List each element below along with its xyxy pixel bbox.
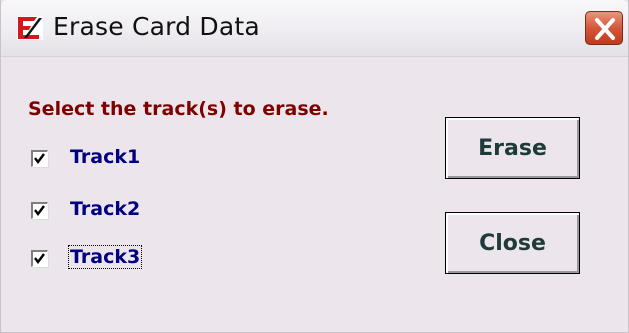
track3-label[interactable]: Track3 [67,245,143,269]
track1-checkbox[interactable] [31,150,48,167]
checkmark-icon [34,153,45,164]
close-button[interactable]: Close [445,212,580,274]
app-logo-icon [17,16,43,40]
instruction-text: Select the track(s) to erase. [28,98,329,120]
title-bar[interactable]: Erase Card Data [1,0,628,57]
erase-button[interactable]: Erase [445,117,580,179]
window-title: Erase Card Data [53,12,260,41]
dialog-window: Erase Card Data Select the track(s) to e… [0,0,629,333]
track2-label[interactable]: Track2 [69,198,141,220]
checkmark-icon [34,253,45,264]
window-close-button[interactable] [585,11,623,45]
track2-checkbox[interactable] [31,202,48,219]
track1-label[interactable]: Track1 [69,146,141,168]
track3-checkbox[interactable] [31,250,48,267]
checkmark-icon [34,205,45,216]
close-icon [595,18,615,40]
